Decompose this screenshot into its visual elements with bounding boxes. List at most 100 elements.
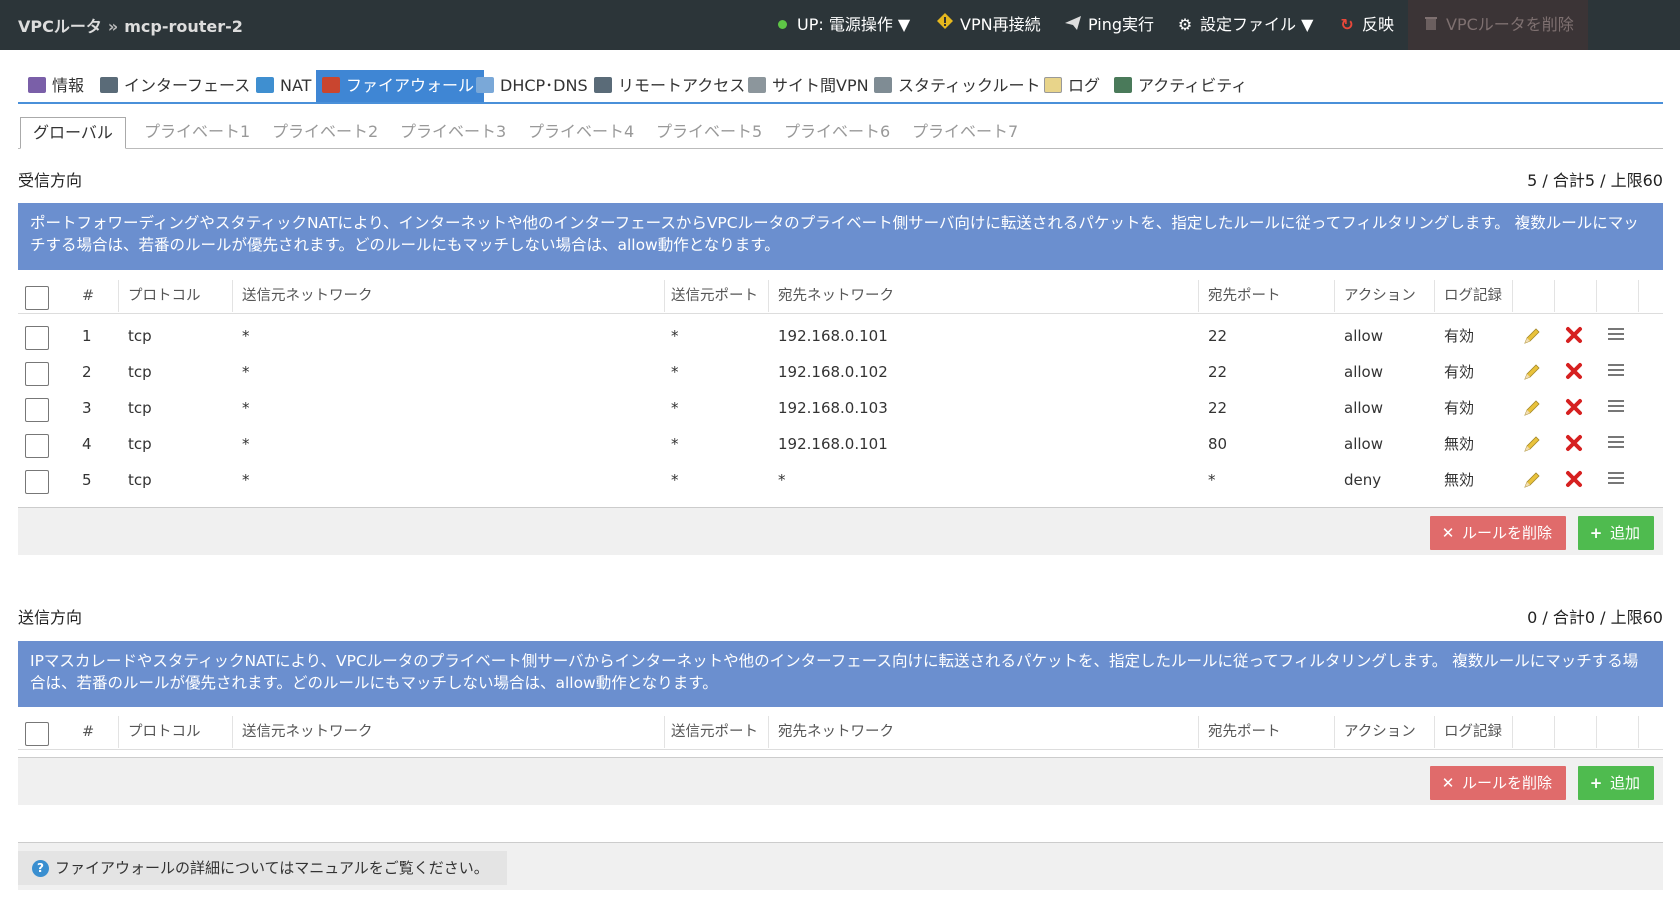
help-note[interactable]: ? ファイアウォールの詳細についてはマニュアルをご覧ください。 <box>18 851 507 885</box>
row-destination-network: 192.168.0.102 <box>778 363 888 381</box>
ping-button[interactable]: Ping実行 <box>1064 0 1154 50</box>
subtab-private-1[interactable]: プライベート1 <box>132 117 262 148</box>
nat-icon <box>256 77 274 93</box>
row-checkbox[interactable] <box>25 434 49 458</box>
outbound-add-button[interactable]: + 追加 <box>1578 766 1655 800</box>
breadcrumb-app[interactable]: VPCルータ <box>18 17 102 36</box>
row-number: 5 <box>82 471 92 489</box>
x-icon[interactable] <box>1564 326 1584 346</box>
row-source-network: * <box>242 471 250 489</box>
tab-remote-access-label: リモートアクセス <box>618 76 746 95</box>
row-destination-port: 22 <box>1208 363 1228 381</box>
col-source-network: 送信元ネットワーク <box>242 288 373 304</box>
outbound-description: IPマスカレードやスタティックNATにより、VPCルータのプライベート側サーバか… <box>18 641 1663 707</box>
row-protocol: tcp <box>128 363 152 381</box>
remote-desktop-icon <box>594 77 612 93</box>
col-protocol: プロトコル <box>128 288 201 304</box>
table-row: 1 tcp * * 192.168.0.101 22 allow 有効 <box>18 318 1663 354</box>
pencil-icon[interactable] <box>1522 434 1542 454</box>
subtab-private-4[interactable]: プライベート4 <box>516 117 646 148</box>
row-source-network: * <box>242 363 250 381</box>
row-source-port: * <box>671 327 679 345</box>
router-icon <box>874 77 892 93</box>
subtab-private-6[interactable]: プライベート6 <box>772 117 902 148</box>
tab-log[interactable]: ログ <box>1038 70 1110 102</box>
row-protocol: tcp <box>128 435 152 453</box>
subtab-private-7[interactable]: プライベート7 <box>900 117 1030 148</box>
outbound-actions-bar: ✕ ルールを削除 + 追加 <box>18 757 1663 805</box>
row-log: 有効 <box>1444 399 1475 417</box>
tab-firewall-label: ファイアウォール <box>346 76 475 95</box>
select-all-checkbox[interactable] <box>25 286 49 310</box>
delete-router-button[interactable]: VPCルータを削除 <box>1408 0 1588 50</box>
row-action: allow <box>1344 399 1383 417</box>
tab-remote-access[interactable]: リモートアクセス <box>588 70 755 102</box>
row-source-network: * <box>242 435 250 453</box>
row-checkbox[interactable] <box>25 326 49 350</box>
row-number: 4 <box>82 435 92 453</box>
tab-activity[interactable]: アクティビティ <box>1108 70 1257 102</box>
menu-icon[interactable] <box>1606 470 1626 490</box>
select-all-checkbox[interactable] <box>25 722 49 746</box>
inbound-delete-rule-button[interactable]: ✕ ルールを削除 <box>1430 516 1567 550</box>
tab-interface[interactable]: インターフェース <box>94 70 260 102</box>
config-file-menu-button[interactable]: ⚙ 設定ファイル ▼ <box>1176 0 1314 50</box>
table-row: 5 tcp * * * * deny 無効 <box>18 462 1663 498</box>
subtab-private-3[interactable]: プライベート3 <box>388 117 518 148</box>
row-log: 無効 <box>1444 435 1475 453</box>
tab-dhcp-dns[interactable]: DHCP･DNS <box>470 70 598 102</box>
subtab-private-5[interactable]: プライベート5 <box>644 117 774 148</box>
computer-icon <box>100 77 118 93</box>
power-menu-button[interactable]: UP: 電源操作 ▼ <box>778 0 910 50</box>
row-protocol: tcp <box>128 471 152 489</box>
tab-firewall[interactable]: ファイアウォール <box>316 70 485 102</box>
subtab-global[interactable]: グローバル <box>20 117 126 149</box>
pencil-icon[interactable] <box>1522 398 1542 418</box>
row-number: 3 <box>82 399 92 417</box>
tab-static-route[interactable]: スタティックルート <box>868 70 1051 102</box>
inbound-add-button[interactable]: + 追加 <box>1578 516 1655 550</box>
x-icon[interactable] <box>1564 470 1584 490</box>
outbound-count: 0 / 合計0 / 上限60 <box>1527 608 1663 627</box>
pencil-icon[interactable] <box>1522 362 1542 382</box>
outbound-delete-rule-label: ルールを削除 <box>1462 774 1553 792</box>
col-destination-network: 宛先ネットワーク <box>778 724 894 740</box>
menu-icon[interactable] <box>1606 326 1626 346</box>
row-destination-port: * <box>1208 471 1216 489</box>
col-number: # <box>82 288 95 304</box>
row-destination-network: 192.168.0.103 <box>778 399 888 417</box>
col-source-port: 送信元ポート <box>671 724 758 740</box>
table-row: 3 tcp * * 192.168.0.103 22 allow 有効 <box>18 390 1663 426</box>
inbound-count: 5 / 合計5 / 上限60 <box>1527 171 1663 190</box>
x-icon[interactable] <box>1564 398 1584 418</box>
row-checkbox[interactable] <box>25 470 49 494</box>
col-log: ログ記録 <box>1444 288 1502 304</box>
inbound-delete-rule-label: ルールを削除 <box>1462 524 1553 542</box>
row-checkbox[interactable] <box>25 398 49 422</box>
warning-icon <box>936 0 954 50</box>
pencil-icon[interactable] <box>1522 470 1542 490</box>
trash-icon <box>1422 0 1440 50</box>
tab-info[interactable]: 情報 <box>22 70 94 102</box>
activity-monitor-icon <box>1114 77 1132 93</box>
apply-button[interactable]: ↻ 反映 <box>1338 0 1394 50</box>
x-icon[interactable] <box>1564 362 1584 382</box>
col-source-network: 送信元ネットワーク <box>242 724 373 740</box>
pencil-icon[interactable] <box>1522 326 1542 346</box>
menu-icon[interactable] <box>1606 362 1626 382</box>
x-icon[interactable] <box>1564 434 1584 454</box>
plus-icon: + <box>1589 524 1603 542</box>
tab-site-vpn[interactable]: サイト間VPN <box>742 70 879 102</box>
menu-icon[interactable] <box>1606 398 1626 418</box>
outbound-delete-rule-button[interactable]: ✕ ルールを削除 <box>1430 766 1567 800</box>
menu-icon[interactable] <box>1606 434 1626 454</box>
subtab-private-2[interactable]: プライベート2 <box>260 117 390 148</box>
tab-site-vpn-label: サイト間VPN <box>772 76 869 95</box>
apply-label: 反映 <box>1362 15 1395 34</box>
vpn-reconnect-button[interactable]: VPN再接続 <box>936 0 1041 50</box>
tab-nat[interactable]: NAT <box>250 70 321 102</box>
row-source-network: * <box>242 327 250 345</box>
row-checkbox[interactable] <box>25 362 49 386</box>
row-destination-network: * <box>778 471 786 489</box>
breadcrumb: VPCルータ » mcp-router-2 <box>18 13 243 37</box>
